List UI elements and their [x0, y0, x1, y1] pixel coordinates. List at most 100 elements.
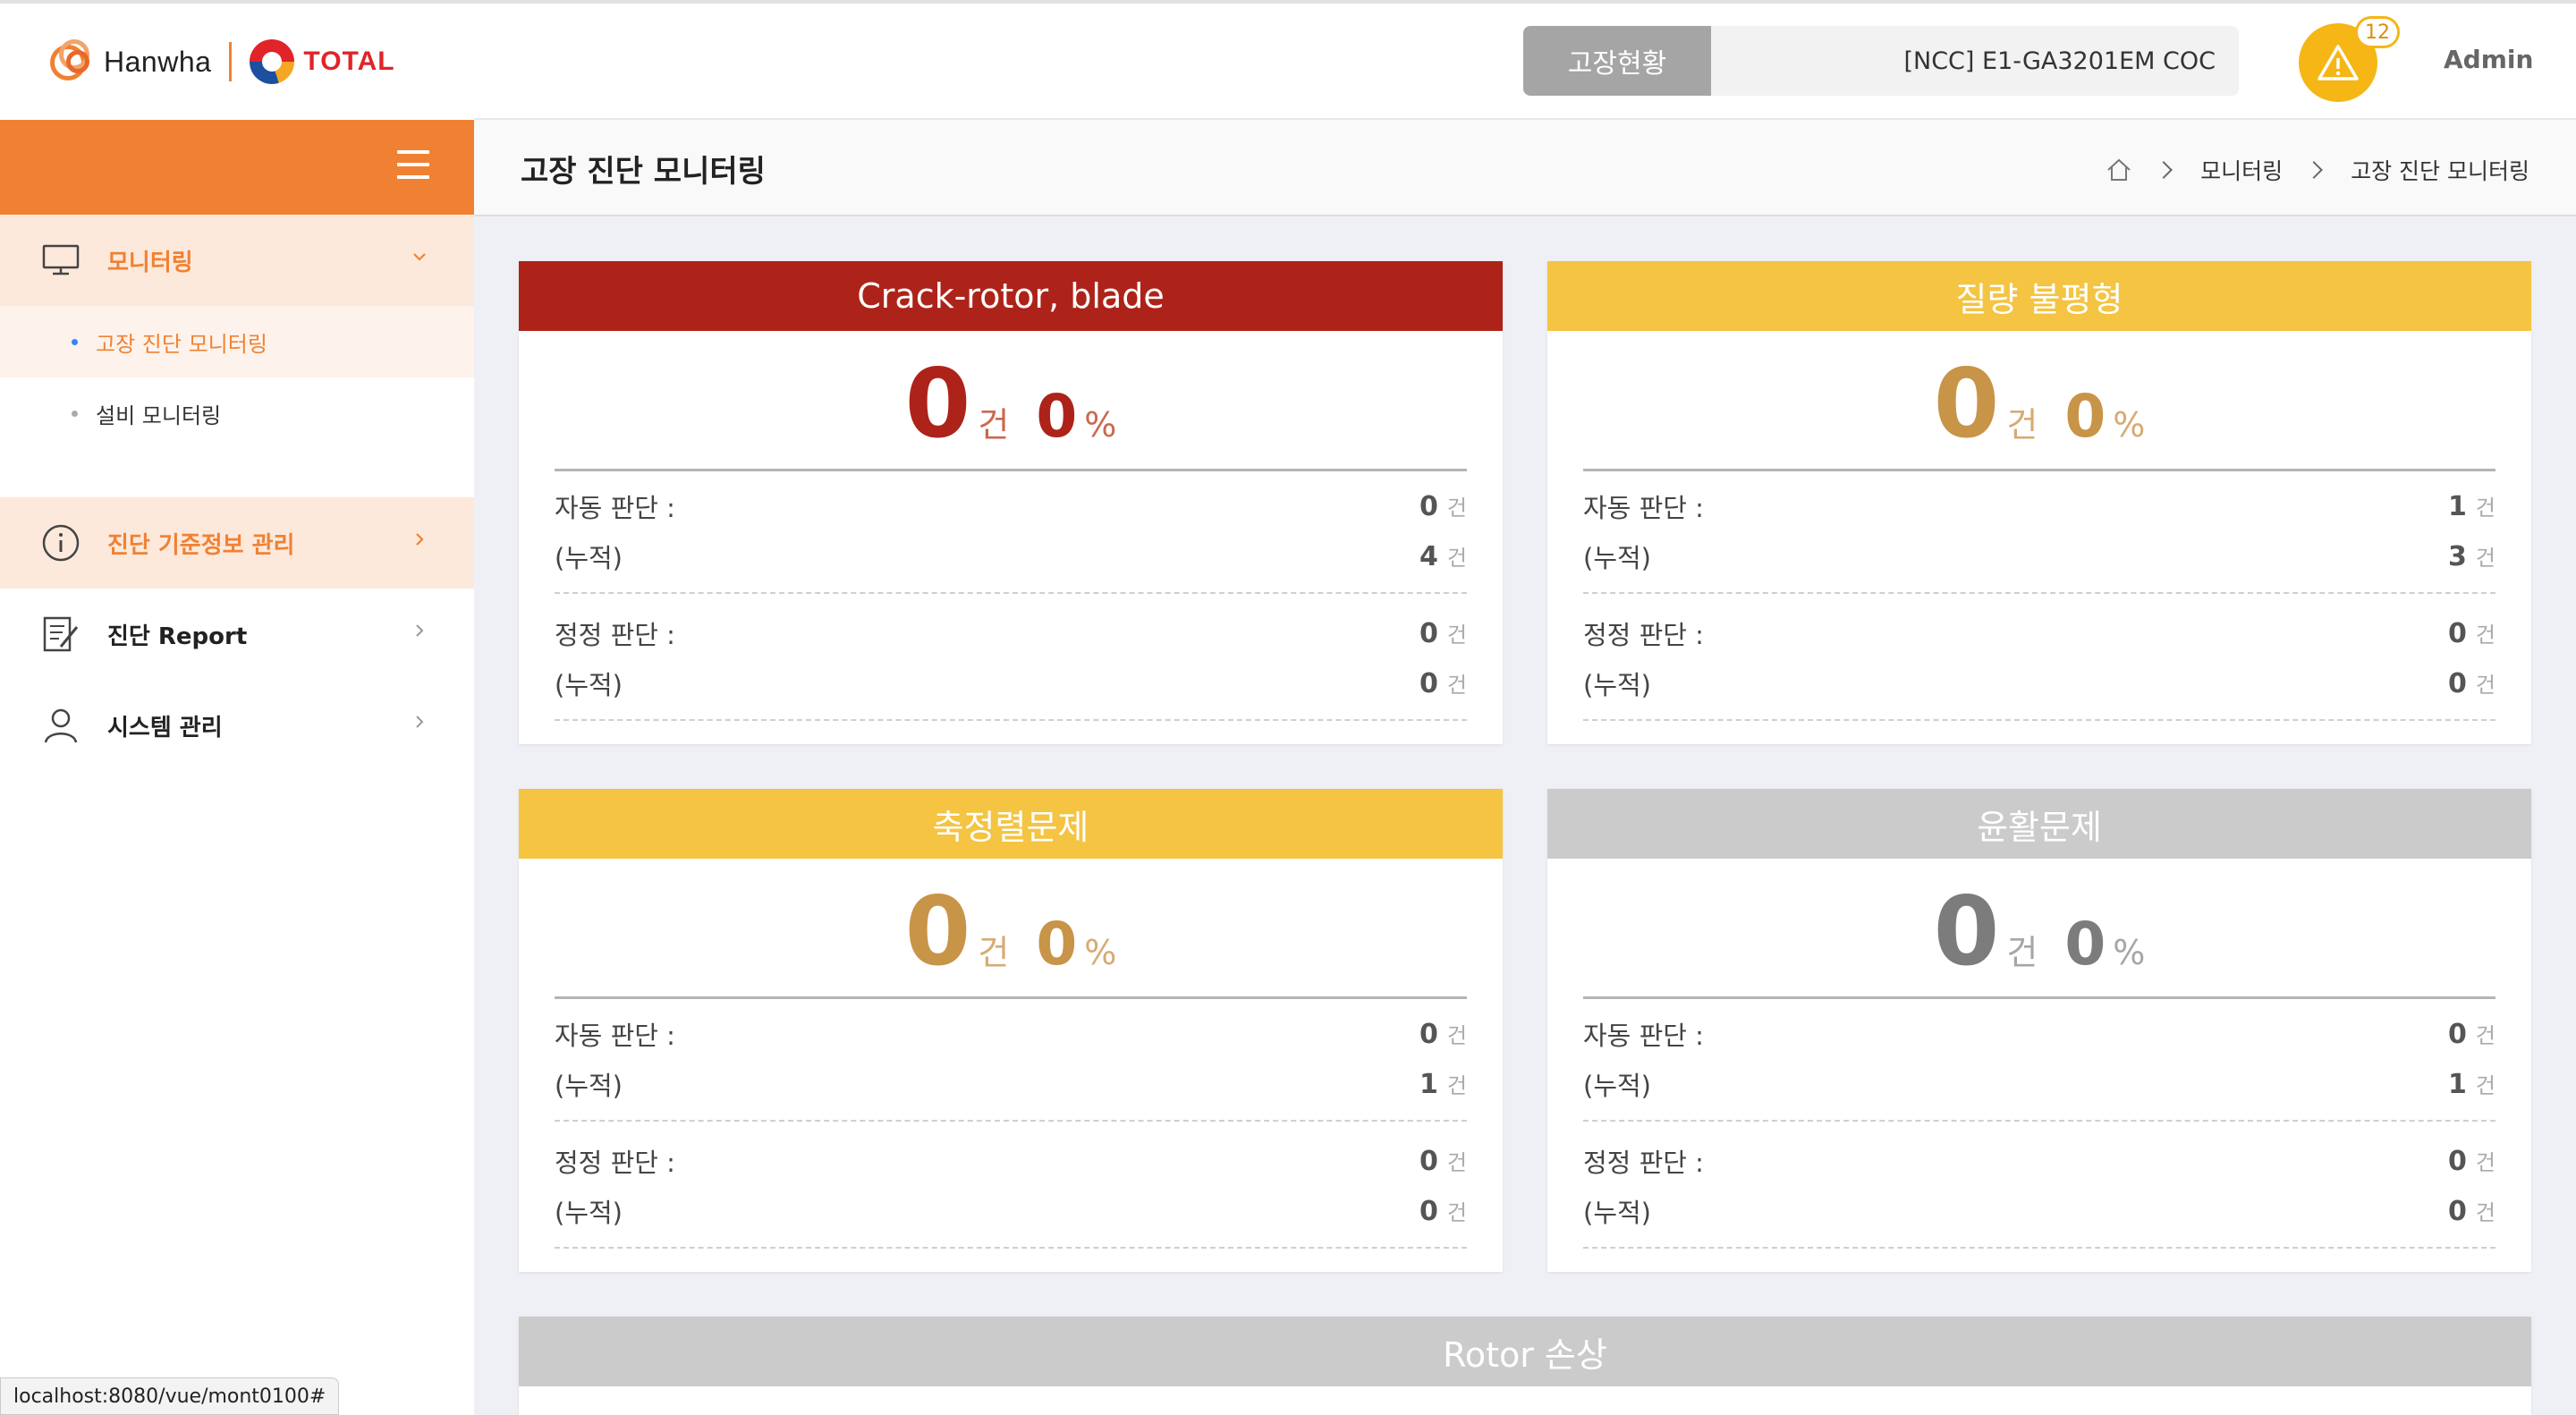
card-title: Rotor 손상: [519, 1317, 2531, 1386]
percent-value: 0: [2064, 910, 2106, 979]
correct-cumulative-row: (누적) 0 건: [1583, 658, 2496, 708]
count-value: 0: [1933, 349, 2000, 459]
row-value: 0: [2448, 668, 2467, 699]
card-summary: 0 건 0%: [1547, 349, 2531, 459]
row-unit: 건: [2475, 496, 2496, 521]
row-value: 0: [1419, 618, 1438, 649]
fault-status-button[interactable]: 고장현황: [1523, 26, 1711, 96]
row-unit: 건: [2475, 1200, 2496, 1225]
hanwha-logo-icon: [50, 39, 98, 84]
card-title: 질량 불평형: [1547, 261, 2531, 331]
menu-toggle-bar: [0, 120, 474, 215]
hamburger-menu-icon[interactable]: [397, 150, 429, 181]
percent-unit: %: [2113, 405, 2146, 445]
auto-cumulative-row: (누적) 3 건: [1583, 531, 2496, 581]
row-label: (누적): [1583, 1198, 1651, 1228]
row-value: 3: [2448, 541, 2467, 572]
bullet-icon: [72, 338, 78, 345]
fault-card-rotor-damage[interactable]: Rotor 손상: [519, 1317, 2531, 1415]
row-divider: [1583, 1120, 2496, 1122]
sidebar-subitem-fault-monitoring[interactable]: 고장 진단 모니터링: [0, 306, 474, 377]
logo[interactable]: Hanwha TOTAL: [0, 4, 474, 120]
breadcrumb-item[interactable]: 모니터링: [2200, 154, 2283, 186]
status-url-tooltip: localhost:8080/vue/mont0100#: [0, 1377, 340, 1415]
auto-judgment-row: 자동 판단 : 0건: [555, 481, 1467, 531]
bullet-icon: [72, 410, 78, 417]
auto-cumulative-row: (누적) 1 건: [555, 1059, 1467, 1109]
row-value: 0: [1419, 491, 1438, 522]
alarm-count-badge: 12: [2355, 16, 2400, 48]
row-unit: 건: [2475, 673, 2496, 698]
home-icon[interactable]: [2106, 157, 2132, 182]
breadcrumb-item[interactable]: 고장 진단 모니터링: [2351, 154, 2529, 186]
row-unit: 건: [1446, 1200, 1467, 1225]
row-unit: 건: [1446, 623, 1467, 648]
fault-card-lubrication[interactable]: 윤활문제 0 건 0% 자동 판단 :0건 (누적) 1 건 정정 판단 :0건 (누적…: [1547, 789, 2531, 1272]
sidebar-nav: 모니터링 고장 진단 모니터링 설비 모니터링 진단 기준정보 관리 진단 Re…: [0, 215, 474, 771]
page-title: 고장 진단 모니터링: [521, 154, 766, 190]
auto-cumulative-row: (누적) 1 건: [1583, 1059, 2496, 1109]
count-unit: 건: [2006, 933, 2038, 972]
fault-device-ticker[interactable]: [NCC] E1-GA3201EM COC: [1711, 26, 2239, 96]
correct-cumulative-row: (누적) 0 건: [1583, 1186, 2496, 1236]
sidebar-item-diagnosis-standard[interactable]: 진단 기준정보 관리: [0, 497, 474, 589]
row-label: 정정 판단 :: [1583, 1148, 1704, 1178]
row-divider: [1583, 719, 2496, 721]
correct-judgment-row: 정정 판단 : 0건: [555, 608, 1467, 658]
count-unit: 건: [978, 933, 1010, 972]
user-menu[interactable]: Admin: [2444, 45, 2533, 74]
count-value: 0: [1933, 877, 2000, 987]
row-value: 0: [1419, 668, 1438, 699]
fault-card-mass-unbalance[interactable]: 질량 불평형 0 건 0% 자동 판단 :1건 (누적) 3 건 정정 판단 :0건 (…: [1547, 261, 2531, 744]
fault-card-crack-rotor[interactable]: Crack-rotor, blade 0 건 0% 자동 판단 :0건 (누적) 4 건…: [519, 261, 1503, 744]
sidebar-item-monitoring[interactable]: 모니터링: [0, 215, 474, 306]
row-unit: 건: [2475, 623, 2496, 648]
card-summary: 0 건 0%: [519, 349, 1503, 459]
row-value: 0: [1419, 1019, 1438, 1050]
correct-cumulative-row: (누적) 0 건: [555, 658, 1467, 708]
row-label: 정정 판단 :: [555, 1148, 675, 1178]
total-logo-text: TOTAL: [303, 47, 395, 76]
row-divider: [555, 1247, 1467, 1249]
user-icon: [41, 706, 80, 745]
row-value: 0: [2448, 618, 2467, 649]
judgment-rows: 자동 판단 :0건 (누적) 1 건 정정 판단 :0건 (누적) 0 건: [1583, 1009, 2496, 1263]
row-unit: 건: [1446, 673, 1467, 698]
auto-cumulative-row: (누적) 4 건: [555, 531, 1467, 581]
row-divider: [555, 719, 1467, 721]
row-label: (누적): [555, 670, 623, 700]
breadcrumb-separator-icon: [2155, 161, 2173, 179]
row-label: (누적): [1583, 670, 1651, 700]
count-value: 0: [904, 349, 971, 459]
sidebar-item-report[interactable]: 진단 Report: [0, 589, 474, 680]
row-value: 0: [1419, 1146, 1438, 1177]
sidebar: Hanwha TOTAL 모니터링 고장 진단 모니터링 설비 모니터링 진단 …: [0, 4, 474, 1415]
chevron-right-icon: [416, 716, 424, 728]
row-value: 4: [1419, 541, 1438, 572]
row-label: 자동 판단 :: [555, 493, 675, 523]
row-label: (누적): [555, 1071, 623, 1101]
sidebar-subitem-equipment-monitoring[interactable]: 설비 모니터링: [0, 377, 474, 449]
auto-judgment-row: 자동 판단 : 1건: [1583, 481, 2496, 531]
sidebar-item-label: 진단 Report: [107, 623, 248, 650]
row-label: (누적): [555, 1198, 623, 1228]
card-divider: [1583, 996, 2496, 999]
auto-judgment-row: 자동 판단 : 0건: [555, 1009, 1467, 1059]
judgment-rows: 자동 판단 :1건 (누적) 3 건 정정 판단 :0건 (누적) 0 건: [1583, 481, 2496, 735]
card-summary: 0 건 0%: [519, 877, 1503, 987]
correct-judgment-row: 정정 판단 : 0건: [555, 1136, 1467, 1186]
row-unit: 건: [2475, 1150, 2496, 1175]
row-unit: 건: [1446, 496, 1467, 521]
row-value: 0: [2448, 1146, 2467, 1177]
row-value: 0: [2448, 1196, 2467, 1227]
judgment-rows: 자동 판단 :0건 (누적) 1 건 정정 판단 :0건 (누적) 0 건: [555, 1009, 1467, 1263]
percent-unit: %: [1084, 933, 1117, 972]
fault-card-shaft-alignment[interactable]: 축정렬문제 0 건 0% 자동 판단 :0건 (누적) 1 건 정정 판단 :0건 (누…: [519, 789, 1503, 1272]
total-logo: TOTAL: [250, 39, 394, 84]
row-label: 정정 판단 :: [555, 620, 675, 650]
row-unit: 건: [2475, 546, 2496, 571]
chevron-right-icon: [416, 624, 424, 637]
info-circle-icon: [41, 523, 80, 563]
sidebar-item-system[interactable]: 시스템 관리: [0, 680, 474, 771]
sidebar-subitem-label: 고장 진단 모니터링: [96, 331, 267, 357]
